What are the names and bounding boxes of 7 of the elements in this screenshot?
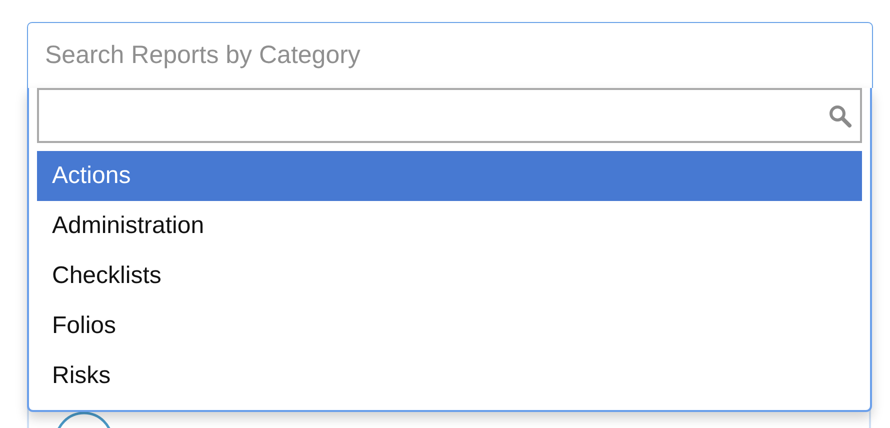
- dropdown-option[interactable]: Risks: [37, 351, 862, 401]
- search-icon[interactable]: [828, 104, 852, 128]
- dropdown-option[interactable]: Administration: [37, 201, 862, 251]
- dropdown-option[interactable]: Checklists: [37, 251, 862, 301]
- dropdown-option[interactable]: Actions: [37, 151, 862, 201]
- search-field[interactable]: [37, 88, 862, 143]
- dropdown-option[interactable]: Folios: [37, 301, 862, 351]
